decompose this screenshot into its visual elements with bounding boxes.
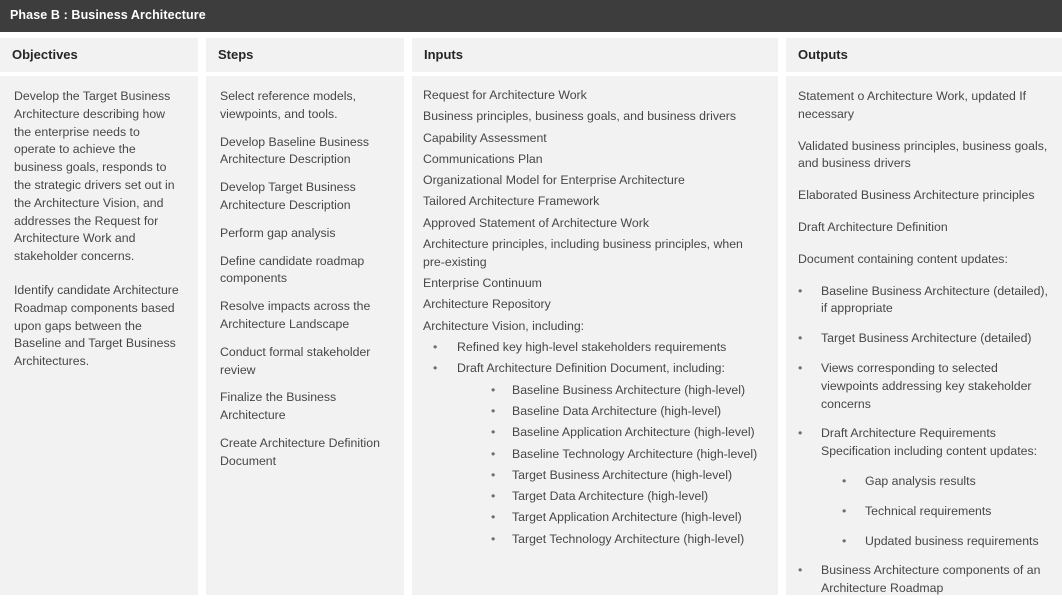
step-item: Develop Target Business Architecture Des…	[220, 180, 356, 212]
step-item: Resolve impacts across the Architecture …	[220, 299, 371, 331]
output-item: Elaborated Business Architecture princip…	[798, 188, 1035, 203]
input-bullet-label: Target Application Architecture (high-le…	[512, 510, 742, 525]
output-item: Validated business principles, business …	[798, 138, 1048, 171]
step-item: Develop Baseline Business Architecture D…	[220, 134, 370, 167]
column-body-steps: Select reference models, viewpoints, and…	[206, 76, 404, 595]
bullet-icon: •	[798, 360, 803, 375]
output-bullet-level1: • Baseline Business Architecture (detail…	[798, 283, 1050, 319]
input-item: Request for Architecture Work	[423, 88, 587, 102]
outputs-list: Statement o Architecture Work, updated I…	[786, 76, 1062, 595]
input-bullet-level2: • Baseline Data Architecture (high-level…	[423, 403, 768, 421]
step-item: Define candidate roadmap components	[220, 253, 365, 286]
output-item: Document containing content updates:	[798, 251, 1008, 266]
column-header-steps: Steps	[206, 38, 404, 72]
column-body-objectives: Develop the Target Business Architecture…	[0, 76, 198, 595]
input-bullet-label: Baseline Data Architecture (high-level)	[512, 403, 722, 418]
objectives-paragraph: Develop the Target Business Architecture…	[14, 89, 175, 264]
output-bullet-level1: • Draft Architecture Requirements Specif…	[798, 425, 1050, 461]
input-bullet-level2: • Target Application Architecture (high-…	[423, 509, 768, 527]
bullet-icon: •	[491, 382, 496, 397]
bullet-icon: •	[491, 467, 496, 482]
input-item: Architecture Vision, including:	[423, 318, 585, 333]
input-item: Tailored Architecture Framework	[423, 194, 600, 209]
bullet-icon: •	[433, 340, 438, 355]
input-bullet-level2: • Target Business Architecture (high-lev…	[423, 467, 768, 485]
step-item: Select reference models, viewpoints, and…	[220, 89, 357, 121]
bullet-icon: •	[491, 489, 496, 504]
output-bullet-label: Business Architecture components of an A…	[821, 563, 1041, 595]
input-item: Architecture Repository	[423, 297, 551, 312]
input-item: Communications Plan	[423, 151, 543, 166]
output-bullet-label: Draft Architecture Requirements Specific…	[821, 426, 1038, 459]
input-bullet-level2: • Target Technology Architecture (high-l…	[423, 531, 768, 549]
bullet-icon: •	[491, 446, 496, 461]
input-bullet-level2: • Target Data Architecture (high-level)	[423, 488, 768, 506]
phase-title: Phase B : Business Architecture	[10, 8, 206, 22]
input-bullet-level2: • Baseline Business Architecture (high-l…	[423, 382, 768, 400]
bullet-icon: •	[491, 403, 496, 418]
column-header-inputs: Inputs	[412, 38, 778, 72]
output-bullet-label: Technical requirements	[865, 503, 992, 518]
bullet-icon: •	[798, 426, 803, 441]
step-item: Finalize the Business Architecture	[220, 390, 337, 423]
input-bullet-label: Target Technology Architecture (high-lev…	[512, 531, 745, 546]
input-item: Architecture principles, including busin…	[423, 237, 743, 269]
objectives-paragraph-list: Develop the Target Business Architecture…	[0, 76, 198, 387]
output-bullet-level2: • Updated business requirements	[798, 533, 1050, 551]
steps-list: Select reference models, viewpoints, and…	[206, 76, 404, 481]
bullet-icon: •	[798, 563, 803, 578]
column-body-outputs: Statement o Architecture Work, updated I…	[786, 76, 1062, 595]
input-item: Approved Statement of Architecture Work	[423, 215, 650, 230]
output-bullet-level1: • Views corresponding to selected viewpo…	[798, 360, 1050, 413]
input-bullet-label: Target Business Architecture (high-level…	[512, 467, 733, 482]
input-bullet-label: Draft Architecture Definition Document, …	[457, 361, 725, 376]
phase-title-bar: Phase B : Business Architecture	[0, 0, 1062, 32]
input-bullet-level1: • Draft Architecture Definition Document…	[423, 360, 768, 378]
bullet-icon: •	[842, 503, 847, 518]
input-bullet-label: Baseline Business Architecture (high-lev…	[512, 382, 746, 397]
output-bullet-level2: • Gap analysis results	[798, 473, 1050, 491]
bullet-icon: •	[433, 361, 438, 376]
input-bullet-label: Target Data Architecture (high-level)	[512, 489, 709, 504]
column-header-outputs: Outputs	[786, 38, 1062, 72]
output-bullet-label: Updated business requirements	[865, 533, 1039, 548]
bullet-icon: •	[491, 510, 496, 525]
column-title-steps: Steps	[218, 47, 254, 62]
bullet-icon: •	[798, 331, 803, 346]
bullet-icon: •	[491, 425, 496, 440]
input-bullet-level2: • Baseline Application Architecture (hig…	[423, 424, 768, 442]
inputs-list: Request for Architecture Work Business p…	[412, 76, 778, 552]
output-bullet-level2: • Technical requirements	[798, 503, 1050, 521]
output-bullet-level1: • Target Business Architecture (detailed…	[798, 330, 1050, 348]
output-bullet-label: Views corresponding to selected viewpoin…	[821, 360, 1032, 411]
column-body-inputs: Request for Architecture Work Business p…	[412, 76, 778, 595]
bullet-icon: •	[798, 283, 803, 298]
output-bullet-level1: • Business Architecture components of an…	[798, 562, 1050, 595]
input-item: Organizational Model for Enterprise Arch…	[423, 173, 685, 188]
input-bullet-level2: • Baseline Technology Architecture (high…	[423, 446, 768, 464]
input-item: Capability Assessment	[423, 130, 547, 145]
step-item: Perform gap analysis	[220, 225, 336, 240]
bullet-icon: •	[842, 533, 847, 548]
input-bullet-label: Baseline Application Architecture (high-…	[512, 425, 755, 440]
input-item: Enterprise Continuum	[423, 276, 542, 291]
bullet-icon: •	[842, 473, 847, 488]
output-item: Statement o Architecture Work, updated I…	[798, 89, 1027, 121]
output-item: Draft Architecture Definition	[798, 219, 948, 234]
step-item: Create Architecture Definition Document	[220, 435, 380, 468]
column-title-objectives: Objectives	[12, 47, 78, 62]
output-bullet-label: Target Business Architecture (detailed)	[821, 331, 1032, 346]
bullet-icon: •	[491, 531, 496, 546]
output-bullet-label: Gap analysis results	[865, 473, 976, 488]
input-bullet-level1: • Refined key high-level stakeholders re…	[423, 339, 768, 357]
column-header-objectives: Objectives	[0, 38, 198, 72]
output-bullet-label: Baseline Business Architecture (detailed…	[821, 283, 1048, 316]
step-item: Conduct formal stakeholder review	[220, 344, 371, 377]
objectives-paragraph: Identify candidate Architecture Roadmap …	[14, 282, 179, 369]
input-bullet-label: Refined key high-level stakeholders requ…	[457, 340, 727, 355]
input-bullet-label: Baseline Technology Architecture (high-l…	[512, 446, 758, 461]
column-title-outputs: Outputs	[798, 47, 848, 62]
column-title-inputs: Inputs	[424, 47, 463, 62]
input-item: Business principles, business goals, and…	[423, 109, 737, 124]
